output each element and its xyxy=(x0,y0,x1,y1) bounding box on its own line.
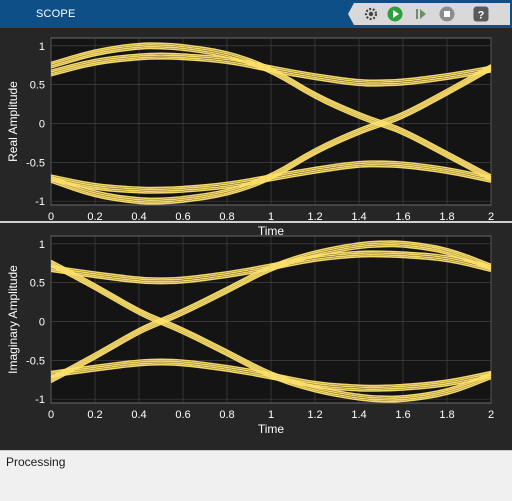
x-tick-label: 0.2 xyxy=(87,409,102,421)
x-tick-label: 0 xyxy=(48,409,54,421)
svg-text:?: ? xyxy=(478,9,485,21)
plot-divider xyxy=(0,221,512,223)
y-tick-label: 1 xyxy=(39,239,45,251)
scope-display: 0 0.2 0.4 0.6 0.8 1 1.2 1.4 1.6 1.8 2 1 0.5 0 -0.5 -1 Ti… xyxy=(0,28,512,450)
stop-button[interactable] xyxy=(438,5,456,23)
x-tick-label: 0.4 xyxy=(131,409,146,421)
y-tick-label: 1 xyxy=(39,41,45,53)
x-tick-label: 1.2 xyxy=(307,409,322,421)
scope-header: SCOPE ? xyxy=(0,0,512,28)
help-button[interactable]: ? xyxy=(472,5,490,23)
y-tick-label: -0.5 xyxy=(26,157,45,169)
y-tick-label: 0.5 xyxy=(30,80,45,92)
y-tick-label: -1 xyxy=(35,394,45,406)
y-axis-label: Imaginary Amplitude xyxy=(6,265,20,374)
y-tick-label: -1 xyxy=(35,196,45,208)
play-icon xyxy=(387,6,403,22)
help-icon: ? xyxy=(473,6,489,22)
y-tick-label: -0.5 xyxy=(26,355,45,367)
x-tick-label: 1 xyxy=(268,409,274,421)
y-tick-label: 0.5 xyxy=(30,278,45,290)
settings-button[interactable] xyxy=(362,5,380,23)
y-tick-label: 0 xyxy=(39,118,45,130)
x-tick-label: 1.4 xyxy=(351,409,366,421)
app-title: SCOPE xyxy=(36,8,76,20)
run-button[interactable] xyxy=(386,5,404,23)
imaginary-amplitude-chart: 0 0.2 0.4 0.6 0.8 1 1.2 1.4 1.6 1.8 2 1 0.5 0 -0.5 -1 Ti… xyxy=(6,235,494,436)
x-tick-label: 1.8 xyxy=(439,409,454,421)
x-tick-label: 0.6 xyxy=(175,409,190,421)
step-forward-icon xyxy=(416,9,426,19)
y-axis-label: Real Amplitude xyxy=(6,81,20,162)
stop-icon xyxy=(439,6,455,22)
status-text: Processing xyxy=(6,455,66,469)
y-tick-label: 0 xyxy=(39,316,45,328)
gear-icon xyxy=(364,7,378,21)
real-amplitude-chart: 0 0.2 0.4 0.6 0.8 1 1.2 1.4 1.6 1.8 210.50-0.5-1Ti… xyxy=(6,37,494,238)
x-tick-label: 0.8 xyxy=(219,409,234,421)
step-forward-button[interactable] xyxy=(412,5,430,23)
x-tick-label: 2 xyxy=(488,409,494,421)
status-bar: Processing xyxy=(0,450,512,501)
x-axis-label: Time xyxy=(258,422,285,436)
x-tick-label: 1.6 xyxy=(395,409,410,421)
toolbar: ? xyxy=(348,3,510,25)
